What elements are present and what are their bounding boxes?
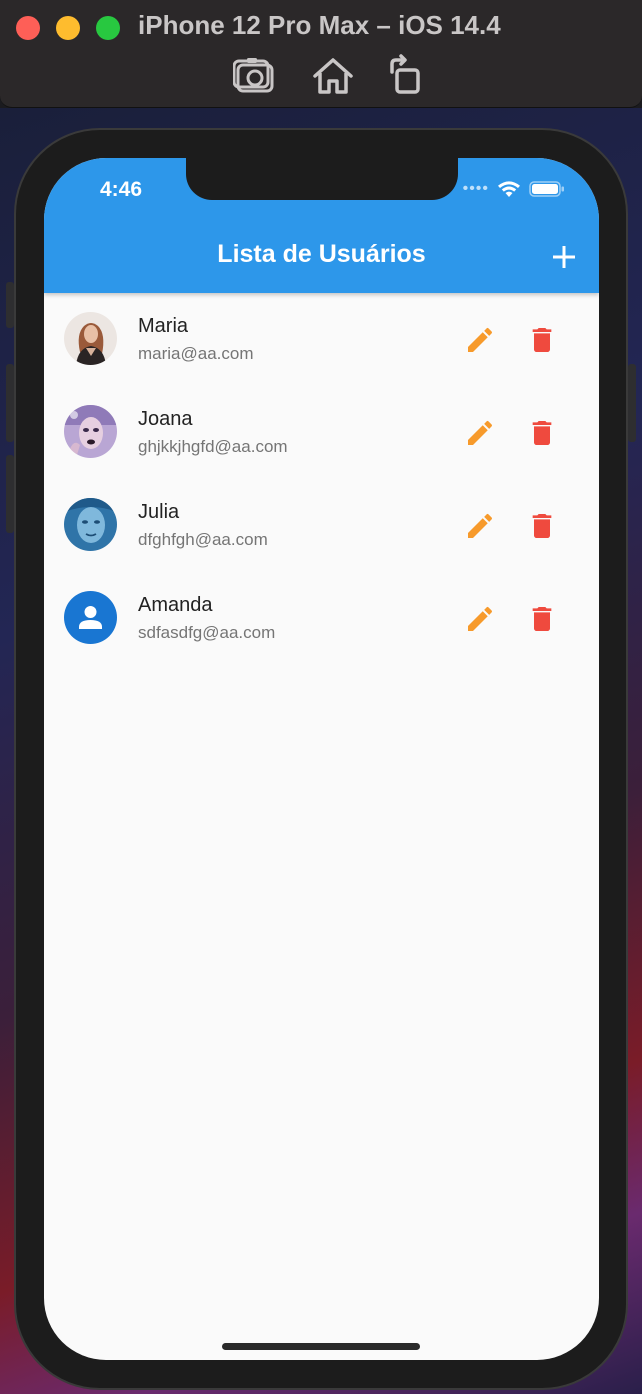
signal-dots-icon: •••• [462,180,489,197]
avatar [64,405,117,458]
pencil-icon [468,606,493,631]
status-icons: •••• [463,180,565,198]
home-icon[interactable] [311,54,355,98]
page-title: Lista de Usuários [217,240,426,268]
trash-icon [532,421,552,445]
simulator-titlebar: iPhone 12 Pro Max – iOS 14.4 [0,0,642,108]
user-name: Julia [138,501,180,523]
user-name: Maria [138,315,189,337]
volume-down-button [6,455,14,533]
pencil-icon [468,513,493,538]
window-title: iPhone 12 Pro Max – iOS 14.4 [138,10,501,40]
edit-button[interactable] [464,603,496,635]
edit-button[interactable] [464,510,496,542]
close-window-button[interactable] [16,16,40,40]
mute-switch [6,282,14,328]
avatar [64,312,117,365]
user-email: maria@aa.com [138,344,254,363]
user-email: ghjkkjhgfd@aa.com [138,437,288,456]
delete-button[interactable] [526,603,558,635]
app-screen: 4:46 •••• Lista de Usuários Maria maria@… [44,158,599,1360]
battery-icon [529,181,564,197]
minimize-window-button[interactable] [56,16,80,40]
avatar [64,498,117,551]
list-item[interactable]: Julia dfghfgh@aa.com [44,479,599,572]
pencil-icon [468,420,493,445]
person-icon [64,591,117,644]
screenshot-icon[interactable] [232,54,277,98]
delete-button[interactable] [526,417,558,449]
pencil-icon [468,327,493,352]
avatar [64,591,117,644]
wifi-icon [498,181,520,197]
status-time: 4:46 [100,178,143,201]
zoom-window-button[interactable] [96,16,120,40]
delete-button[interactable] [526,510,558,542]
user-email: sdfasdfg@aa.com [138,623,276,642]
trash-icon [532,607,552,631]
list-item[interactable]: Amanda sdfasdfg@aa.com [44,572,599,665]
add-user-button[interactable] [549,242,579,272]
edit-button[interactable] [464,417,496,449]
rotate-icon[interactable] [384,54,428,98]
delete-button[interactable] [526,324,558,356]
list-item[interactable]: Joana ghjkkjhgfd@aa.com [44,386,599,479]
notch [186,158,458,200]
trash-icon [532,328,552,352]
trash-icon [532,514,552,538]
edit-button[interactable] [464,324,496,356]
add-icon [553,246,575,268]
list-item[interactable]: Maria maria@aa.com [44,293,599,386]
app-bar: 4:46 •••• Lista de Usuários [44,158,599,293]
home-indicator[interactable] [222,1343,420,1350]
power-button [628,364,636,442]
user-email: dfghfgh@aa.com [138,530,268,549]
user-name: Amanda [138,594,213,616]
user-name: Joana [138,408,193,430]
volume-up-button [6,364,14,442]
user-list: Maria maria@aa.com Joana ghjkkjhgfd@aa.c… [44,293,599,665]
